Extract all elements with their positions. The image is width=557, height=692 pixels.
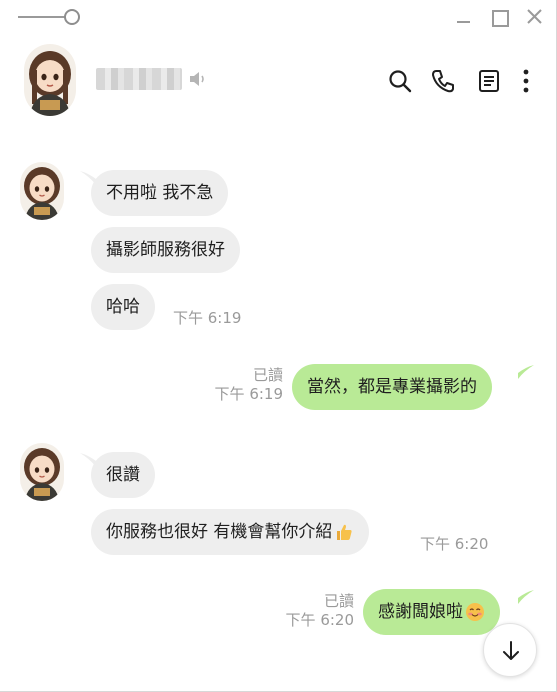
message-time: 下午 6:19 xyxy=(214,385,283,403)
sender-avatar[interactable] xyxy=(20,162,64,220)
minimize-button[interactable] xyxy=(454,8,474,26)
phone-icon xyxy=(432,70,454,93)
scroll-to-bottom-button[interactable] xyxy=(483,623,537,677)
message-time: 下午 6:19 xyxy=(173,309,242,327)
bubble-tail xyxy=(518,365,534,379)
message-meta: 下午 6:19 xyxy=(173,308,241,328)
slider-track xyxy=(18,16,66,18)
title-bar xyxy=(0,0,557,34)
thumbs-up-icon xyxy=(337,524,353,540)
message-bubble-incoming[interactable]: 不用啦 我不急 xyxy=(91,170,229,216)
message-text: 你服務也很好 有機會幫你介紹 xyxy=(106,522,333,542)
read-receipt: 已讀 xyxy=(252,366,283,384)
pin-slider[interactable] xyxy=(18,8,82,26)
call-button[interactable] xyxy=(430,68,456,94)
message-bubble-incoming[interactable]: 很讚 xyxy=(91,452,155,498)
more-icon xyxy=(523,69,529,93)
bubble-tail xyxy=(518,590,534,604)
notes-icon xyxy=(479,70,499,92)
close-button[interactable] xyxy=(525,8,545,26)
chat-window: ████████ xyxy=(0,0,557,692)
chat-header: ████████ xyxy=(0,34,557,130)
search-icon xyxy=(389,70,412,93)
read-receipt: 已讀 xyxy=(323,592,354,610)
message-time: 下午 6:20 xyxy=(285,611,354,629)
slider-knob[interactable] xyxy=(64,9,80,25)
notes-button[interactable] xyxy=(476,68,502,94)
arrow-down-icon xyxy=(503,641,519,660)
speaker-icon xyxy=(188,68,210,90)
contact-name[interactable]: ████████ xyxy=(96,68,182,90)
message-bubble-outgoing[interactable]: 當然，都是專業攝影的 xyxy=(292,364,492,410)
message-bubble-incoming[interactable]: 你服務也很好 有機會幫你介紹 xyxy=(91,509,370,555)
sender-avatar[interactable] xyxy=(20,443,64,501)
more-button[interactable] xyxy=(516,68,536,94)
message-bubble-outgoing[interactable]: 感謝闆娘啦 xyxy=(363,589,500,635)
maximize-button[interactable] xyxy=(490,8,510,27)
message-text: 感謝闆娘啦 xyxy=(378,602,463,622)
message-meta: 下午 6:20 xyxy=(420,534,488,554)
message-meta: 已讀 下午 6:20 xyxy=(276,592,354,630)
message-time: 下午 6:20 xyxy=(420,535,489,553)
contact-avatar[interactable] xyxy=(24,44,76,116)
smiling-face-icon xyxy=(466,603,484,621)
message-meta: 已讀 下午 6:19 xyxy=(205,366,283,404)
message-bubble-incoming[interactable]: 攝影師服務很好 xyxy=(91,227,240,273)
search-button[interactable] xyxy=(387,68,413,94)
close-icon xyxy=(527,9,542,24)
message-bubble-incoming[interactable]: 哈哈 xyxy=(91,284,155,330)
